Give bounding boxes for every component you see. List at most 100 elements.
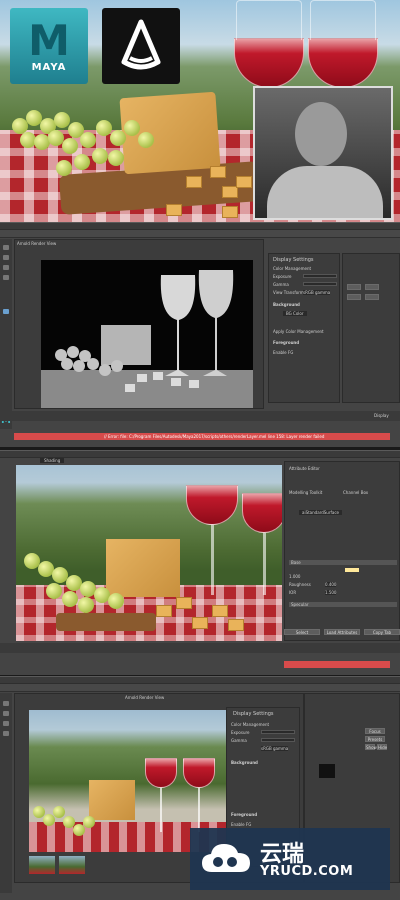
frame-label: Display — [374, 413, 389, 418]
menu-bar — [0, 223, 400, 230]
rotate-tool-icon[interactable] — [3, 721, 9, 726]
grape — [62, 591, 78, 607]
face — [295, 102, 347, 166]
grape — [108, 593, 124, 609]
cheese-cube — [192, 617, 208, 629]
snapshot-thumb[interactable] — [29, 856, 55, 874]
glass-rim — [236, 0, 302, 40]
scale-tool-icon[interactable] — [3, 731, 9, 736]
tool-box — [0, 693, 12, 893]
select-button[interactable]: Select — [284, 629, 320, 635]
maya-m-icon: M — [28, 15, 70, 65]
section-specular[interactable]: Specular — [289, 602, 397, 607]
glass-stem — [263, 533, 266, 595]
grape — [96, 120, 112, 136]
render-view-window: Arnold Render View — [14, 239, 264, 409]
display-settings-panel: Display Settings Color Management Exposu… — [268, 253, 340, 403]
roughness-value[interactable]: 0.400 — [325, 582, 337, 587]
wine-glass — [186, 485, 238, 525]
time-slider[interactable] — [0, 643, 400, 653]
attribute-editor: Attribute Editor Modelling Toolkit Chann… — [284, 461, 400, 641]
glass-rim — [310, 0, 376, 40]
weight-value[interactable]: 1.000 — [289, 574, 300, 579]
swatch-preview[interactable] — [319, 764, 335, 778]
bg-dropdown[interactable]: BG Color — [283, 311, 307, 316]
cheese-block — [89, 780, 135, 820]
tab-attribute-editor[interactable]: Attribute Editor — [289, 466, 320, 471]
grape — [92, 148, 108, 164]
apply-color-management-checkbox[interactable]: Apply Color Management — [273, 329, 324, 334]
scale-tool-icon[interactable] — [3, 275, 9, 280]
exposure-field[interactable] — [303, 274, 337, 278]
hide-button[interactable] — [365, 294, 379, 300]
move-tool-icon[interactable] — [3, 255, 9, 260]
focus-button[interactable]: Focus — [365, 728, 385, 734]
load-attributes-button[interactable]: Load Attributes — [324, 629, 360, 635]
shelf-toolbar — [0, 230, 400, 238]
hide-button[interactable]: Hide — [377, 744, 387, 750]
time-slider[interactable]: Display — [0, 411, 400, 421]
cloud-icon — [202, 844, 250, 872]
select-tool-icon[interactable] — [3, 245, 9, 250]
grape — [46, 583, 62, 599]
cutting-board — [56, 613, 156, 631]
enable-fg-checkbox[interactable]: Enable FG — [231, 822, 251, 827]
move-tool-icon[interactable] — [3, 711, 9, 716]
maya-window-2: Shading Attribute Editor Modelling Toolk… — [0, 450, 400, 675]
error-bar — [284, 661, 390, 668]
exposure-label: Exposure — [231, 730, 250, 735]
tab-channel-box[interactable]: Channel Box — [343, 490, 368, 495]
glass-stem — [211, 525, 214, 595]
cheese-cube — [228, 619, 244, 631]
presets-button[interactable]: Presets — [365, 736, 385, 742]
grape — [53, 806, 65, 818]
view-transform-dropdown[interactable]: sRGB gamma — [303, 290, 331, 295]
roughness-label: Roughness — [289, 582, 311, 587]
cheese-cube — [212, 605, 228, 617]
view-transform-dropdown[interactable]: sRGB gamma — [261, 746, 289, 751]
hero-image: M MAYA — [0, 0, 400, 222]
wine-glass — [183, 758, 215, 788]
gamma-field[interactable] — [261, 738, 295, 742]
snapshot-thumb[interactable] — [59, 856, 85, 874]
exposure-field[interactable] — [261, 730, 295, 734]
cheese-cube — [222, 206, 238, 218]
select-tool-icon[interactable] — [3, 701, 9, 706]
node-name-field[interactable]: aiStandardSurface — [299, 510, 342, 515]
cheese-cube — [186, 176, 202, 188]
cheese-cube — [236, 176, 252, 188]
render-canvas — [41, 260, 253, 408]
color-management-label: Color Management — [231, 722, 270, 727]
show-button[interactable] — [347, 294, 361, 300]
error-bar: // Error: file: C:/Program Files/Autodes… — [14, 433, 390, 440]
show-button[interactable]: Show — [365, 744, 377, 750]
grape — [108, 150, 124, 166]
arnold-logo — [102, 8, 180, 84]
tab-modelling-toolkit[interactable]: Modelling Toolkit — [289, 490, 322, 495]
foreground-label: Foreground — [231, 812, 258, 817]
grape — [62, 138, 78, 154]
menu-bar — [0, 677, 400, 684]
enable-fg-checkbox[interactable]: Enable FG — [273, 350, 293, 355]
copy-tab-button[interactable]: Copy Tab — [364, 629, 400, 635]
base-color-swatch[interactable] — [345, 568, 359, 572]
ior-value[interactable]: 1.500 — [325, 590, 337, 595]
rotate-tool-icon[interactable] — [3, 265, 9, 270]
grape — [83, 816, 95, 828]
gamma-field[interactable] — [303, 282, 337, 286]
presets-button[interactable] — [365, 284, 379, 290]
section-base[interactable]: Base — [289, 560, 397, 565]
viewport-render — [16, 465, 282, 641]
gamma-label: Gamma — [273, 282, 289, 287]
focus-button[interactable] — [347, 284, 361, 290]
grape — [73, 824, 85, 836]
workspace-dropdown[interactable]: Shading — [40, 458, 65, 463]
cheese-cube — [166, 204, 182, 216]
watermark-url: YRUCD.COM — [260, 864, 354, 879]
layout-icon[interactable] — [3, 309, 9, 314]
cheese-cube — [210, 166, 226, 178]
cheese-block — [106, 539, 180, 597]
grape — [124, 120, 140, 136]
grape — [78, 597, 94, 613]
wine-glass — [242, 493, 282, 533]
